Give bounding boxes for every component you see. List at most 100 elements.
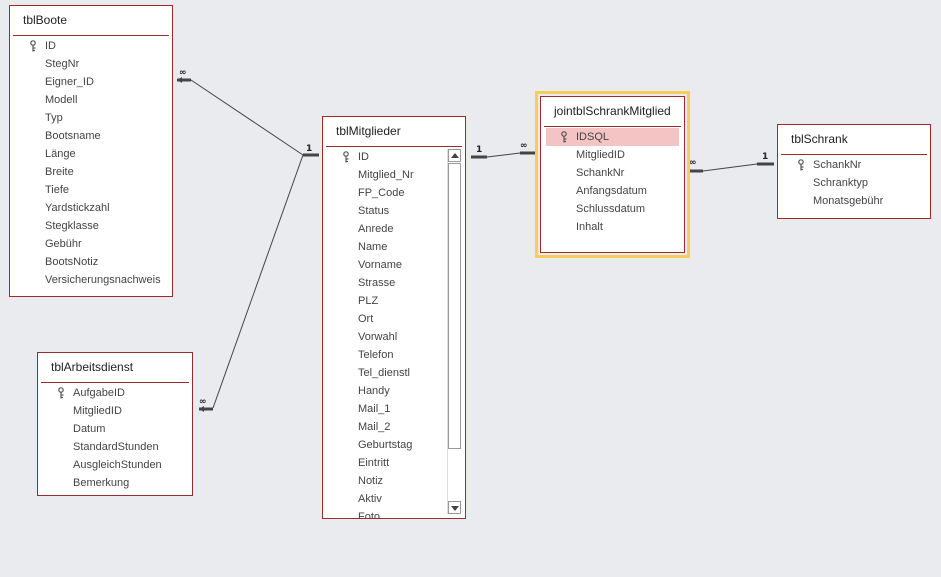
field-list[interactable]: IDSQL MitgliedID SchankNr Anfangsdatum Schlu… xyxy=(541,127,684,236)
field-name: Typ xyxy=(45,112,63,124)
field-row[interactable]: ID xyxy=(323,148,445,166)
field-name: Status xyxy=(358,205,390,217)
field-row[interactable]: Länge xyxy=(10,145,172,163)
field-row[interactable]: Mail_2 xyxy=(323,418,445,436)
field-row[interactable]: Stegklasse xyxy=(10,217,172,235)
field-row[interactable]: Breite xyxy=(10,163,172,181)
field-row[interactable]: Name xyxy=(323,238,445,256)
field-name: BootsNotiz xyxy=(45,256,99,268)
field-name: Ort xyxy=(358,313,374,325)
field-row[interactable]: Schranktyp xyxy=(778,174,930,192)
field-list[interactable]: ID StegNr Eigner_ID Modell Typ Bootsname Länge… xyxy=(10,36,172,289)
field-name: MitgliedID xyxy=(576,149,625,161)
field-row[interactable]: Schlussdatum xyxy=(541,200,684,218)
field-row[interactable]: MitgliedID xyxy=(541,146,684,164)
table-tblMitglieder[interactable]: tblMitglieder ID Mitglied_Nr FP_Code Status… xyxy=(322,116,466,519)
field-name: Bemerkung xyxy=(73,477,130,489)
field-row[interactable]: Telefon xyxy=(323,346,445,364)
field-name: Eigner_ID xyxy=(45,76,94,88)
table-tblArbeitsdienst[interactable]: tblArbeitsdienst AufgabeID MitgliedID Datu… xyxy=(37,352,193,496)
table-tblBoote[interactable]: tblBoote ID StegNr Eigner_ID Modell Typ Boots… xyxy=(9,5,173,297)
field-row[interactable]: IDSQL xyxy=(546,128,679,146)
field-row[interactable]: Yardstickzahl xyxy=(10,199,172,217)
field-row[interactable]: Notiz xyxy=(323,472,445,490)
field-row[interactable]: AusgleichStunden xyxy=(38,456,192,474)
field-name: Yardstickzahl xyxy=(45,202,110,214)
scrollbar-thumb[interactable] xyxy=(448,163,461,449)
field-name: StegNr xyxy=(45,58,80,70)
table-title[interactable]: tblArbeitsdienst xyxy=(38,353,192,382)
field-row[interactable]: MitgliedID xyxy=(38,402,192,420)
key-icon xyxy=(57,384,67,402)
field-name: Länge xyxy=(45,148,76,160)
field-list[interactable]: AufgabeID MitgliedID Datum StandardStunden A… xyxy=(38,383,192,492)
table-title[interactable]: tblMitglieder xyxy=(323,117,465,146)
field-row[interactable]: AufgabeID xyxy=(38,384,192,402)
field-row[interactable]: Aktiv xyxy=(323,490,445,508)
field-row[interactable]: Strasse xyxy=(323,274,445,292)
key-icon xyxy=(29,37,39,55)
field-row[interactable]: Handy xyxy=(323,382,445,400)
field-name: Mitglied_Nr xyxy=(358,169,414,181)
field-name: Foto xyxy=(358,511,381,518)
key-icon xyxy=(560,128,570,146)
field-row[interactable]: Datum xyxy=(38,420,192,438)
field-name: Geburtstag xyxy=(358,439,413,451)
field-row[interactable]: PLZ xyxy=(323,292,445,310)
field-row[interactable]: ID xyxy=(10,37,172,55)
field-name: IDSQL xyxy=(576,131,610,143)
field-row[interactable]: Modell xyxy=(10,91,172,109)
field-row[interactable]: Tel_dienstl xyxy=(323,364,445,382)
field-row[interactable]: Vorwahl xyxy=(323,328,445,346)
field-row[interactable]: Anfangsdatum xyxy=(541,182,684,200)
field-row[interactable]: Bootsname xyxy=(10,127,172,145)
scroll-down-arrow-icon[interactable] xyxy=(448,501,461,514)
one-label-mitglieder-left: 1 xyxy=(306,144,313,154)
field-row[interactable]: Gebühr xyxy=(10,235,172,253)
field-name: Modell xyxy=(45,94,78,106)
table-title[interactable]: jointblSchrankMitglied xyxy=(541,97,684,126)
table-title[interactable]: tblBoote xyxy=(10,6,172,35)
field-name: Strasse xyxy=(358,277,396,289)
scroll-up-arrow-icon[interactable] xyxy=(448,149,461,162)
relationships-canvas[interactable]: ∞ 1 ∞ 1 ∞ ∞ 1 tblBoote ID StegNr Eigner_ID… xyxy=(0,0,941,577)
field-row[interactable]: FP_Code xyxy=(323,184,445,202)
field-row[interactable]: StandardStunden xyxy=(38,438,192,456)
field-row[interactable]: Mitglied_Nr xyxy=(323,166,445,184)
field-name: Bootsname xyxy=(45,130,101,142)
key-icon xyxy=(797,156,807,174)
field-row[interactable]: Foto xyxy=(323,508,445,518)
field-list[interactable]: ID Mitglied_Nr FP_Code Status Anrede Name Vorn… xyxy=(323,147,445,518)
field-name: Vorwahl xyxy=(358,331,398,343)
field-row[interactable]: Status xyxy=(323,202,445,220)
many-label-joint: ∞ xyxy=(520,141,528,151)
field-row[interactable]: Mail_1 xyxy=(323,400,445,418)
field-row[interactable]: Versicherungsnachweis xyxy=(10,271,172,289)
field-row[interactable]: Eintritt xyxy=(323,454,445,472)
field-row[interactable]: Bemerkung xyxy=(38,474,192,492)
field-name: Inhalt xyxy=(576,221,603,233)
field-row[interactable]: Inhalt xyxy=(541,218,684,236)
field-row[interactable]: Eigner_ID xyxy=(10,73,172,91)
field-name: Datum xyxy=(73,423,106,435)
field-name: Tiefe xyxy=(45,184,70,196)
field-row[interactable]: BootsNotiz xyxy=(10,253,172,271)
field-row[interactable]: SchankNr xyxy=(778,156,930,174)
field-row[interactable]: SchankNr xyxy=(541,164,684,182)
field-row[interactable]: Ort xyxy=(323,310,445,328)
field-list[interactable]: SchankNr Schranktyp Monatsgebühr xyxy=(778,155,930,210)
field-row[interactable]: Anrede xyxy=(323,220,445,238)
field-row[interactable]: Tiefe xyxy=(10,181,172,199)
vertical-scrollbar[interactable] xyxy=(447,149,461,514)
field-row[interactable]: StegNr xyxy=(10,55,172,73)
relation-line-joint-schrank xyxy=(702,163,758,172)
table-title[interactable]: tblSchrank xyxy=(778,125,930,154)
field-name: Name xyxy=(358,241,388,253)
field-row[interactable]: Monatsgebühr xyxy=(778,192,930,210)
field-row[interactable]: Geburtstag xyxy=(323,436,445,454)
field-row[interactable]: Vorname xyxy=(323,256,445,274)
table-jointblSchrankMitglied[interactable]: jointblSchrankMitglied IDSQL MitgliedID Sc… xyxy=(535,91,690,258)
field-name: Schranktyp xyxy=(813,177,869,189)
table-tblSchrank[interactable]: tblSchrank SchankNr Schranktyp Monatsgebüh… xyxy=(777,124,931,219)
field-row[interactable]: Typ xyxy=(10,109,172,127)
